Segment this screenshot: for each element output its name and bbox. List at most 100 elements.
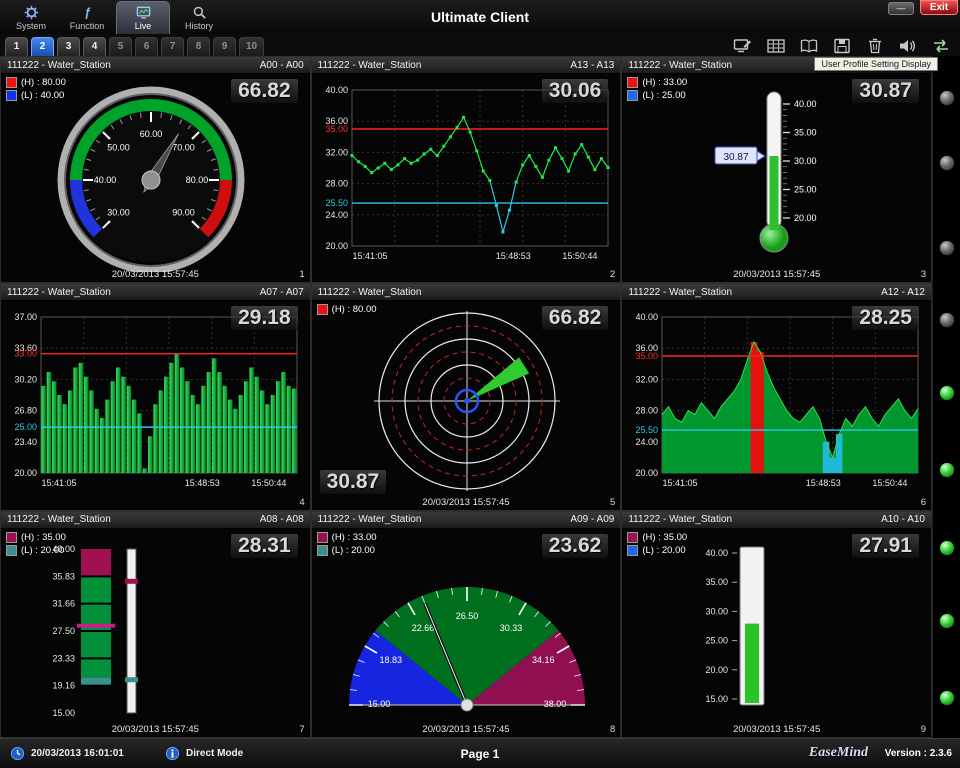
panel-tag: A12 - A12 [881, 287, 925, 298]
panel-title: 111222 - Water_Station [318, 60, 422, 71]
panel-title: 111222 - Water_Station [7, 287, 111, 298]
svg-text:24.00: 24.00 [325, 210, 348, 220]
version-label: Version : 2.3.6 [885, 748, 952, 759]
profile-display-button[interactable] [730, 36, 756, 55]
svg-text:20.00: 20.00 [14, 468, 37, 478]
panel-tag: A13 - A13 [570, 60, 614, 71]
page-tab-2[interactable]: 2 [31, 37, 54, 56]
sound-button[interactable] [895, 36, 921, 55]
svg-text:15:48:53: 15:48:53 [185, 478, 220, 488]
status-bar: 20/03/2013 16:01:01 Direct Mode Page 1 E… [0, 738, 960, 768]
table-view-button[interactable] [763, 36, 789, 55]
user-profile-button[interactable] [796, 36, 822, 55]
legend-swatch [6, 90, 17, 101]
secondary-value: 30.87 [320, 470, 387, 494]
legend-label: (L) : 40.00 [21, 90, 64, 101]
page-tab-4[interactable]: 4 [83, 37, 106, 56]
panel-tag: A08 - A08 [260, 514, 304, 525]
window-title: Ultimate Client [200, 9, 760, 25]
svg-text:15:41:05: 15:41:05 [41, 478, 76, 488]
panel-tag: A09 - A09 [570, 514, 614, 525]
panel-title: 111222 - Water_Station [628, 287, 732, 298]
panel-a12[interactable]: 111222 - Water_Station A12 - A12 40.0036… [621, 283, 932, 510]
book-icon [799, 38, 819, 54]
page-tab-7[interactable]: 7 [161, 37, 184, 56]
legend-swatch [317, 545, 328, 556]
level-meter-chart: 40.0035.0030.0025.0020.0015.00 [622, 535, 932, 727]
panel-thermometer[interactable]: 111222 - Water_Station 40.0035.0030.0025… [621, 56, 932, 283]
toolbar [730, 36, 954, 55]
gear-icon [24, 5, 39, 20]
page-tab-10[interactable]: 10 [239, 37, 264, 56]
page-tab-3[interactable]: 3 [57, 37, 80, 56]
title-bar: System ƒ Function Live History Ultimate … [0, 0, 960, 34]
svg-text:40.00: 40.00 [706, 548, 729, 558]
svg-text:15:41:05: 15:41:05 [352, 251, 387, 261]
exit-button[interactable]: Exit [920, 0, 958, 15]
svg-text:30.00: 30.00 [706, 606, 729, 616]
svg-text:40.00: 40.00 [794, 99, 817, 109]
legend: (H) : 35.00 (L) : 20.00 [6, 532, 66, 558]
status-led-8 [939, 613, 955, 629]
current-value: 23.62 [542, 534, 609, 558]
tab-function-label: Function [70, 21, 105, 31]
bar-meter-chart: 40.0035.8331.6627.5023.3319.1615.00 [1, 535, 311, 727]
current-value: 27.91 [852, 534, 919, 558]
tab-live[interactable]: Live [116, 1, 170, 34]
panel-number: 2 [610, 269, 615, 280]
svg-text:34.16: 34.16 [532, 655, 555, 665]
page-tab-5[interactable]: 5 [109, 37, 132, 56]
minimize-button[interactable]: — [888, 2, 914, 15]
legend: (H) : 33.00 (L) : 25.00 [627, 77, 687, 103]
svg-text:25.50: 25.50 [636, 425, 659, 435]
svg-text:27.50: 27.50 [52, 626, 75, 636]
tab-function[interactable]: ƒ Function [60, 1, 114, 34]
panel-a09[interactable]: 111222 - Water_Station A09 - A09 15.0018… [311, 511, 622, 738]
status-led-6 [939, 462, 955, 478]
panel-a08[interactable]: 111222 - Water_Station A08 - A08 40.0035… [0, 511, 311, 738]
brand-logo: EaseMind [809, 745, 868, 761]
page-tab-6[interactable]: 6 [135, 37, 158, 56]
panel-timestamp: 20/03/2013 15:57:45 [622, 269, 931, 280]
svg-text:20.00: 20.00 [636, 468, 659, 478]
app-window: System ƒ Function Live History Ultimate … [0, 0, 960, 768]
svg-text:30.20: 30.20 [14, 375, 37, 385]
svg-text:40.00: 40.00 [94, 175, 117, 185]
swap-button[interactable] [928, 36, 954, 55]
svg-text:15:50:44: 15:50:44 [873, 478, 908, 488]
svg-text:38.00: 38.00 [543, 699, 566, 709]
page-tabs: 12345678910 [5, 37, 264, 56]
legend-label: (L) : 25.00 [642, 90, 685, 101]
svg-text:30.33: 30.33 [499, 622, 522, 632]
panel-title: 111222 - Water_Station [7, 60, 111, 71]
trend-line-chart: 40.0036.0035.0032.0028.0025.5024.0020.00… [312, 80, 622, 272]
svg-text:25.00: 25.00 [706, 635, 729, 645]
page-tab-8[interactable]: 8 [187, 37, 210, 56]
panel-a13[interactable]: 111222 - Water_Station A13 - A13 40.0036… [311, 56, 622, 283]
svg-text:33.00: 33.00 [14, 349, 37, 359]
page-tab-1[interactable]: 1 [5, 37, 28, 56]
legend-label: (L) : 20.00 [642, 545, 685, 556]
panel-number: 4 [299, 497, 304, 508]
current-value: 28.25 [852, 306, 919, 330]
delete-button[interactable] [862, 36, 888, 55]
tab-system[interactable]: System [4, 1, 58, 34]
status-led-3 [939, 240, 955, 256]
svg-text:40.00: 40.00 [325, 85, 348, 95]
tab-system-label: System [16, 21, 46, 31]
svg-text:15.00: 15.00 [367, 699, 390, 709]
area-trend-chart: 40.0036.0035.0032.0028.0025.5024.0020.00… [622, 307, 932, 499]
svg-text:20.00: 20.00 [325, 241, 348, 251]
panel-a07[interactable]: 111222 - Water_Station A07 - A07 37.0033… [0, 283, 311, 510]
save-button[interactable] [829, 36, 855, 55]
current-value: 66.82 [231, 79, 298, 103]
page-tab-9[interactable]: 9 [213, 37, 236, 56]
panel-a10[interactable]: 111222 - Water_Station A10 - A10 40.0035… [621, 511, 932, 738]
legend-swatch [627, 77, 638, 88]
svg-text:28.00: 28.00 [325, 179, 348, 189]
svg-text:35.83: 35.83 [52, 571, 75, 581]
svg-text:90.00: 90.00 [172, 208, 195, 218]
svg-text:25.00: 25.00 [14, 422, 37, 432]
panel-a00[interactable]: 111222 - Water_Station A00 - A00 30.0040… [0, 56, 311, 283]
panel-radar[interactable]: 111222 - Water_Station (H) : 80.00 66.82… [311, 283, 622, 510]
